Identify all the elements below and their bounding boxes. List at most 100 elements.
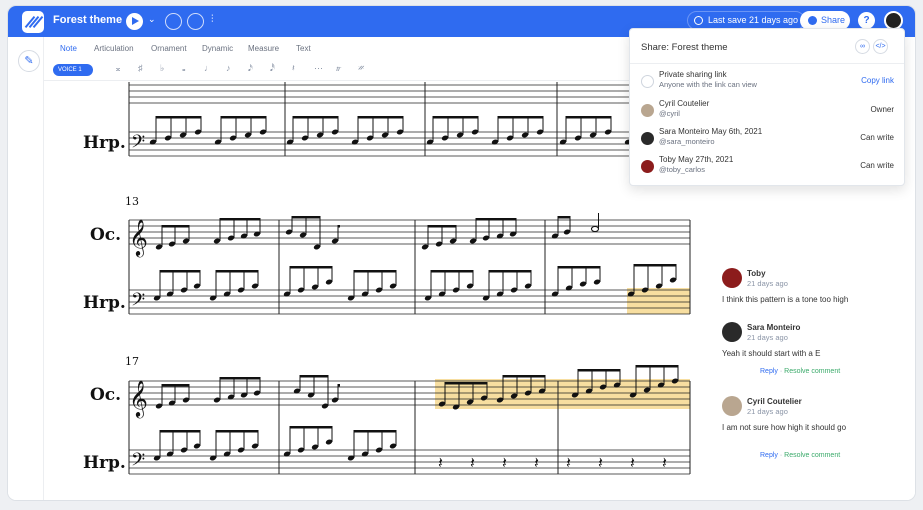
toolbar-tool[interactable]: 𝆖 [336,63,341,74]
beam [489,270,531,273]
left-rail: ✎ [8,37,44,500]
comment: Cyril Coutelier 21 days ago I am not sure … [716,396,866,466]
score-title[interactable]: Forest theme [53,14,122,26]
score-canvas[interactable]: Hrp. 𝄢 13 Oc. 𝄞 Hrp. 𝄢 17 Oc. 𝄞 Hrp. 𝄢 𝄽 𝄽 𝄽 𝄽 𝄽 𝄽 𝄽 𝄽 [45,82,714,500]
resolve-comment-link[interactable]: Resolve comment [784,368,840,375]
staff-label-oc: Oc. [90,385,121,405]
share-row-name: Cyril Coutelier [659,99,710,108]
beam [293,116,338,119]
toolbar-tool[interactable]: 𝄏 [358,63,364,74]
comment-author: Cyril Coutelier [747,397,802,406]
comment-author: Toby [747,269,766,278]
tab-dynamic[interactable]: Dynamic [202,44,233,53]
quarter-rest-icon: 𝄽 [470,453,475,472]
beam [290,266,332,269]
reply-link[interactable]: Reply [760,368,778,375]
tab-text[interactable]: Text [296,44,311,53]
avatar [641,132,654,145]
toolbar-tool[interactable]: 𝄪 [116,63,120,74]
quarter-rest-icon: 𝄽 [566,453,571,472]
avatar[interactable] [722,396,742,416]
beam [498,116,543,119]
toolbar-tool[interactable]: 𝅘𝅥𝅯 [248,63,253,74]
toolbar-tool[interactable]: 𝅘𝅥𝅰 [270,63,275,74]
voice-select[interactable]: VOICE 1 [53,64,93,76]
beam [428,225,456,228]
loop-icon[interactable] [187,13,204,30]
toolbar-tool[interactable]: ⋯ [314,63,323,74]
mixer-icon[interactable]: ⫶ [211,14,214,25]
tab-measure[interactable]: Measure [248,44,279,53]
chevron-down-icon[interactable]: ⌄ [148,14,156,25]
beam [636,365,678,368]
toolbar-tool[interactable]: 𝅝 [182,63,186,74]
pencil-icon[interactable]: ✎ [18,50,40,72]
selection-highlight [627,288,690,314]
share-row-subtitle: @cyril [659,109,680,118]
comment-time: 21 days ago [747,279,788,288]
beam [566,116,611,119]
beam [433,116,478,119]
quarter-rest-icon: 𝄽 [598,453,603,472]
share-row: Private sharing link Anyone with the link… [630,70,904,96]
beam [290,426,332,429]
toolbar-tool[interactable]: ♪ [226,63,231,73]
beam [300,375,328,378]
staff-label-oc: Oc. [90,225,121,245]
resolve-comment-link[interactable]: Resolve comment [784,452,840,459]
staff [129,449,690,475]
beam [160,430,200,433]
copy-link-button[interactable]: Copy link [861,76,894,85]
permission-select[interactable]: Can write [860,133,894,142]
measure-number: 13 [125,195,139,208]
permission-select[interactable]: Owner [870,105,894,114]
tab-ornament[interactable]: Ornament [151,44,187,53]
treble-clef-icon: 𝄞 [129,218,148,257]
treble-clef-icon: 𝄞 [129,379,148,418]
play-button[interactable] [126,13,143,30]
beam [354,430,396,433]
link-icon[interactable]: ∞ [855,39,870,54]
app-logo-icon[interactable] [22,11,44,33]
embed-icon[interactable]: </> [873,39,888,54]
share-panel-title: Share: Forest theme [641,42,728,53]
beam [558,216,570,219]
share-row: Cyril Coutelier @cyril Owner [630,99,904,125]
tab-articulation[interactable]: Articulation [94,44,134,53]
comment-author: Sara Monteiro [747,323,801,332]
quarter-rest-icon: 𝄽 [662,453,667,472]
share-row: Sara Monteiro May 6th, 2021 @sara_monteir… [630,127,904,153]
comment-actions: Reply · Resolve comment [760,452,840,459]
staff-label-harp: Hrp. [83,293,126,313]
share-row-subtitle: Anyone with the link can view [659,80,757,89]
divider [630,63,904,64]
comment-text: I think this pattern is a tone too high [722,295,849,304]
quarter-rest-icon: 𝄽 [630,453,635,472]
avatar [641,104,654,117]
share-row: Toby May 27th, 2021 @toby_carlos Can write [630,155,904,181]
reply-link[interactable]: Reply [760,452,778,459]
share-row-subtitle: @toby_carlos [659,165,705,174]
toolbar-tool[interactable]: ♯ [138,63,143,73]
staff [129,219,690,245]
permission-select[interactable]: Can write [860,161,894,170]
tab-note[interactable]: Note [60,44,77,53]
help-button[interactable]: ? [858,12,875,29]
avatar[interactable] [722,322,742,342]
beam [160,270,200,273]
score-svg[interactable]: Hrp. 𝄢13Oc. 𝄞Hrp. 𝄢17Oc. 𝄞Hrp. 𝄢 𝄽 𝄽 𝄽 𝄽 𝄽 𝄽 𝄽 𝄽 [45,82,714,500]
toolbar-tool[interactable]: ♩ [204,63,213,73]
share-row-name: Toby May 27th, 2021 [659,155,734,164]
beam [358,116,403,119]
metronome-icon[interactable] [165,13,182,30]
half-note [590,225,600,233]
beam [634,264,676,267]
comment-actions: Reply · Resolve comment [760,368,840,375]
avatar[interactable] [722,268,742,288]
beam [220,218,260,221]
share-row-subtitle: @sara_monteiro [659,137,715,146]
comment-text: Yeah it should start with a E [722,349,821,358]
toolbar-tool[interactable]: 𝄽 [292,63,295,74]
toolbar-tool[interactable]: ♭ [160,63,164,74]
link-icon [641,75,654,88]
